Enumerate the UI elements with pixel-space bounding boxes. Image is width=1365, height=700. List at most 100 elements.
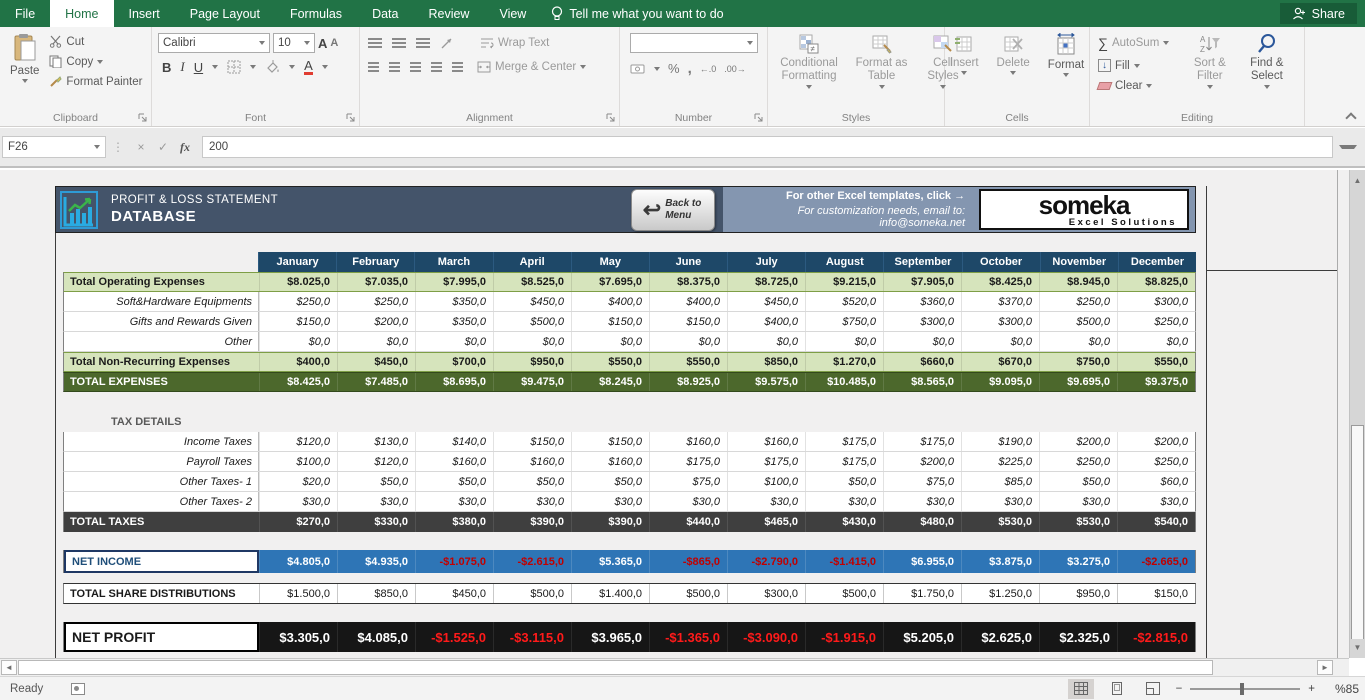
formula-input[interactable]: 200 [202, 136, 1333, 158]
month-header-cell[interactable]: June [649, 252, 727, 272]
table-cell[interactable]: $30,0 [727, 492, 805, 511]
clipboard-dialog-launcher[interactable] [138, 113, 148, 123]
table-cell[interactable]: $160,0 [727, 432, 805, 451]
month-header-cell[interactable]: July [727, 252, 805, 272]
underline-button[interactable]: U [194, 60, 203, 75]
fill-color-dropdown-arrow[interactable] [289, 65, 295, 69]
autosum-button[interactable]: ∑ AutoSum [1094, 33, 1173, 53]
orientation-button[interactable] [440, 37, 454, 50]
table-cell[interactable]: -$2.790,0 [727, 550, 805, 573]
borders-button[interactable] [227, 60, 241, 74]
table-cell[interactable]: $2.625,0 [961, 622, 1039, 652]
macro-record-icon[interactable] [71, 683, 85, 695]
zoom-slider-track[interactable] [1190, 688, 1300, 690]
month-header-cell[interactable]: December [1118, 252, 1196, 272]
table-cell[interactable]: $370,0 [961, 292, 1039, 311]
font-color-dropdown-arrow[interactable] [322, 65, 328, 69]
table-cell[interactable]: $30,0 [259, 492, 337, 511]
align-top-icon[interactable] [368, 38, 382, 48]
table-cell[interactable]: $750,0 [805, 312, 883, 331]
font-size-combo[interactable]: 10 [273, 33, 315, 53]
table-cell[interactable]: $8.695,0 [415, 373, 493, 391]
vertical-scrollbar[interactable]: ▲ ▼ [1349, 170, 1365, 658]
table-cell[interactable]: $50,0 [415, 472, 493, 491]
number-format-combo[interactable] [630, 33, 758, 53]
tab-home[interactable]: Home [50, 0, 113, 27]
alignment-dialog-launcher[interactable] [606, 113, 616, 123]
table-cell[interactable]: $7.695,0 [571, 273, 649, 291]
table-cell[interactable]: $4.935,0 [337, 550, 415, 573]
table-cell[interactable]: $175,0 [883, 432, 961, 451]
table-cell[interactable]: -$2.815,0 [1117, 622, 1195, 652]
scroll-up-arrow[interactable]: ▲ [1351, 172, 1364, 189]
table-cell[interactable]: $8.525,0 [493, 273, 571, 291]
table-cell[interactable]: $140,0 [415, 432, 493, 451]
table-cell[interactable]: $500,0 [805, 584, 883, 603]
table-cell[interactable]: -$865,0 [649, 550, 727, 573]
tab-page-layout[interactable]: Page Layout [175, 0, 275, 27]
row-label[interactable]: Other [64, 332, 259, 351]
tab-view[interactable]: View [484, 0, 541, 27]
zoom-out-button[interactable]: − [1176, 683, 1183, 695]
insert-function-button[interactable]: fx [174, 140, 196, 155]
table-cell[interactable]: $450,0 [493, 292, 571, 311]
format-as-table-button[interactable]: Format as Table [848, 31, 915, 110]
insert-cells-button[interactable]: Insert [944, 31, 985, 110]
align-right-icon[interactable] [410, 62, 421, 72]
table-cell[interactable]: -$3.115,0 [493, 622, 571, 652]
fill-color-bucket-icon[interactable] [265, 60, 280, 74]
share-button[interactable]: Share [1280, 3, 1357, 24]
table-cell[interactable]: $550,0 [571, 353, 649, 371]
increase-indent-icon[interactable] [452, 62, 463, 72]
decrease-indent-icon[interactable] [431, 62, 442, 72]
table-cell[interactable]: $8.425,0 [259, 373, 337, 391]
table-cell[interactable]: $0,0 [805, 332, 883, 351]
month-header-cell[interactable]: October [962, 252, 1040, 272]
row-label[interactable]: Other Taxes- 2 [64, 492, 259, 511]
table-cell[interactable]: $150,0 [571, 432, 649, 451]
table-cell[interactable]: $6.955,0 [883, 550, 961, 573]
table-cell[interactable]: $120,0 [259, 432, 337, 451]
table-cell[interactable]: $7.485,0 [337, 373, 415, 391]
row-label[interactable]: Gifts and Rewards Given [64, 312, 259, 331]
table-cell[interactable]: $50,0 [805, 472, 883, 491]
accounting-format-icon[interactable] [630, 63, 646, 75]
table-cell[interactable]: $100,0 [259, 452, 337, 471]
month-header-cell[interactable]: May [571, 252, 649, 272]
table-cell[interactable]: $3.875,0 [961, 550, 1039, 573]
table-cell[interactable]: $8.565,0 [883, 373, 961, 391]
table-cell[interactable]: $3.275,0 [1039, 550, 1117, 573]
italic-button[interactable]: I [180, 59, 184, 75]
comma-style-button[interactable]: , [688, 60, 692, 77]
table-cell[interactable]: $400,0 [727, 312, 805, 331]
cancel-button[interactable]: × [130, 140, 152, 154]
table-cell[interactable]: $330,0 [337, 512, 415, 532]
table-cell[interactable]: -$3.090,0 [727, 622, 805, 652]
table-cell[interactable]: -$2.615,0 [493, 550, 571, 573]
table-cell[interactable]: $5.205,0 [883, 622, 961, 652]
table-cell[interactable]: $200,0 [1039, 432, 1117, 451]
table-cell[interactable]: $9.375,0 [1117, 373, 1195, 391]
table-cell[interactable]: $480,0 [883, 512, 961, 532]
table-cell[interactable]: $30,0 [649, 492, 727, 511]
table-cell[interactable]: $450,0 [337, 353, 415, 371]
conditional-formatting-button[interactable]: ≠ Conditional Formatting [772, 31, 846, 110]
table-cell[interactable]: $530,0 [1039, 512, 1117, 532]
table-cell[interactable]: $400,0 [649, 292, 727, 311]
table-cell[interactable]: $9.215,0 [805, 273, 883, 291]
table-cell[interactable]: $300,0 [883, 312, 961, 331]
table-cell[interactable]: $9.095,0 [961, 373, 1039, 391]
normal-view-button[interactable] [1068, 679, 1094, 699]
table-cell[interactable]: $0,0 [649, 332, 727, 351]
format-painter-button[interactable]: Format Painter [45, 73, 146, 90]
table-cell[interactable]: $390,0 [571, 512, 649, 532]
table-cell[interactable]: $550,0 [1117, 353, 1195, 371]
table-cell[interactable]: $465,0 [727, 512, 805, 532]
tab-file[interactable]: File [0, 0, 50, 27]
month-header-cell[interactable]: February [336, 252, 414, 272]
month-header-cell[interactable]: August [805, 252, 883, 272]
table-cell[interactable]: $4.085,0 [337, 622, 415, 652]
table-cell[interactable]: $540,0 [1117, 512, 1195, 532]
horizontal-scrollbar-thumb[interactable] [18, 660, 1213, 675]
page-break-preview-button[interactable] [1140, 679, 1166, 699]
